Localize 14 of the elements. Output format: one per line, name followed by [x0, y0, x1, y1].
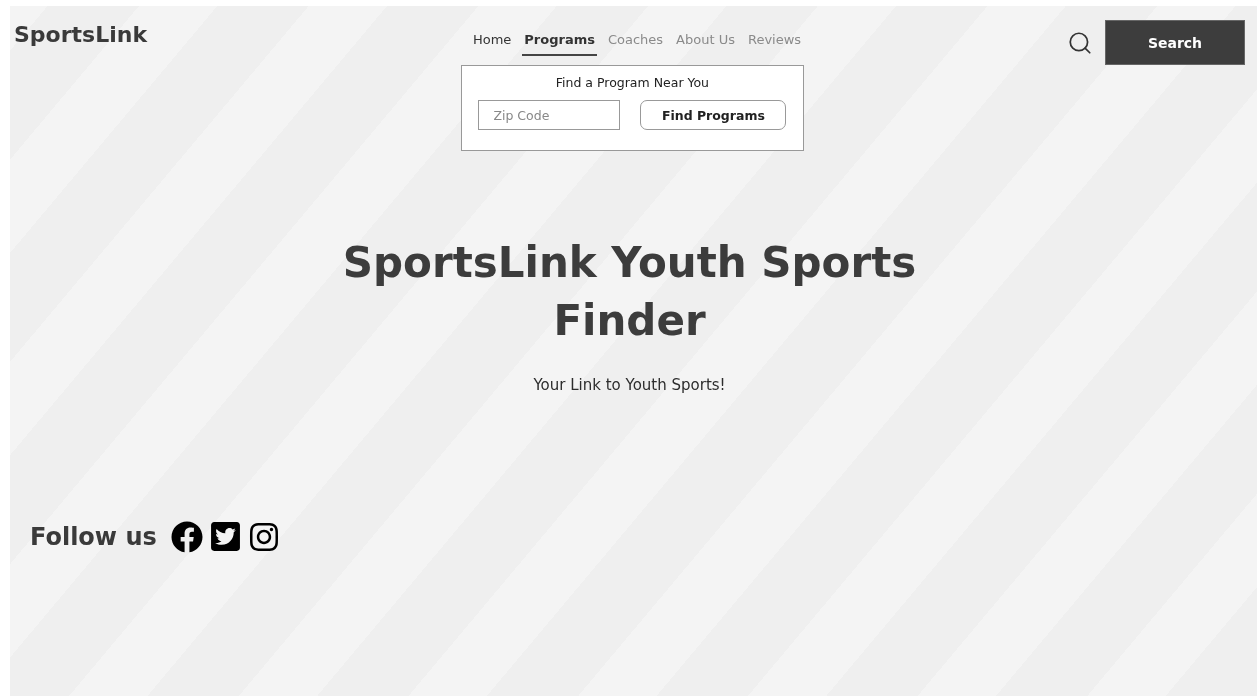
- instagram-icon[interactable]: [247, 520, 280, 553]
- twitter-icon[interactable]: [208, 520, 242, 553]
- brand-logo[interactable]: SportsLink: [14, 22, 148, 47]
- find-programs-button[interactable]: Find Programs: [640, 100, 787, 130]
- hero-subtitle: Your Link to Youth Sports!: [533, 376, 726, 394]
- nav-link[interactable]: Home: [470, 32, 514, 56]
- search-button[interactable]: Search: [1105, 20, 1245, 65]
- search-icon[interactable]: [1067, 29, 1093, 56]
- nav-link[interactable]: Programs: [522, 32, 597, 56]
- follow-label: Follow us: [30, 522, 157, 551]
- dropdown-title: Find a Program Near You: [555, 75, 710, 90]
- zip-code-field[interactable]: Zip Code: [478, 100, 621, 130]
- facebook-icon[interactable]: [170, 520, 203, 553]
- hero-title: SportsLink Youth Sports Finder: [341, 237, 918, 347]
